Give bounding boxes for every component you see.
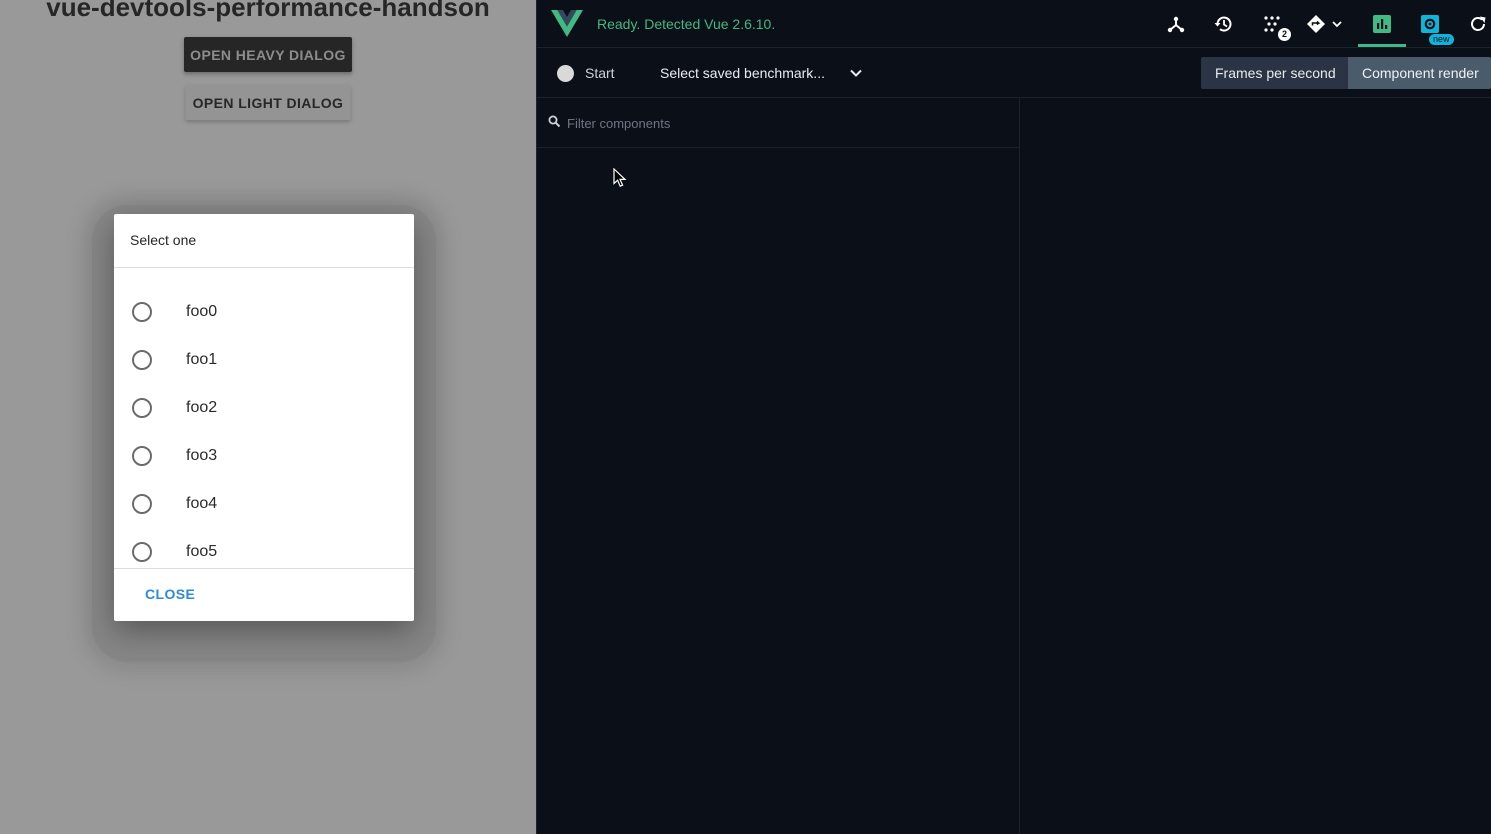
performance-subbar: Start Select saved benchmark... Frames p… — [537, 48, 1491, 98]
tab-frames-per-second[interactable]: Frames per second — [1201, 57, 1348, 89]
radio-button-icon[interactable] — [132, 350, 152, 370]
radio-label: foo0 — [186, 303, 218, 320]
radio-label: foo4 — [186, 495, 218, 512]
search-icon — [548, 115, 561, 128]
radio-option-foo1[interactable]: foo1 — [114, 336, 414, 384]
benchmark-select[interactable]: Select saved benchmark... — [660, 62, 872, 86]
performance-icon[interactable] — [1369, 11, 1395, 37]
mouse-cursor-icon — [613, 168, 627, 187]
app-pane: vue-devtools-performance-handson OPEN HE… — [0, 0, 536, 834]
radio-label: foo5 — [186, 543, 218, 560]
active-tab-indicator — [1358, 44, 1406, 47]
radio-label: foo1 — [186, 351, 218, 368]
radio-option-foo5[interactable]: foo5 — [114, 528, 414, 568]
radio-list[interactable]: foo0 foo1 foo2 foo3 foo4 foo5 — [114, 288, 414, 568]
divider — [114, 568, 414, 569]
close-button[interactable]: CLOSE — [136, 580, 204, 608]
vue-devtools-panel: Ready. Detected Vue 2.6.10. 2 new Start — [536, 0, 1491, 834]
tab-component-render[interactable]: Component render — [1348, 57, 1491, 89]
refresh-icon[interactable] — [1465, 11, 1491, 37]
components-tree-icon[interactable] — [1163, 11, 1189, 37]
radio-label: foo2 — [186, 399, 218, 416]
radio-button-icon[interactable] — [132, 542, 152, 562]
radio-label: foo3 — [186, 447, 218, 464]
view-toggle: Frames per second Component render — [1201, 57, 1491, 89]
radio-button-icon[interactable] — [132, 398, 152, 418]
divider — [114, 267, 414, 268]
status-text: Ready. Detected Vue 2.6.10. — [597, 16, 776, 32]
history-icon[interactable] — [1211, 11, 1237, 37]
record-icon[interactable] — [557, 65, 574, 82]
radio-option-foo0[interactable]: foo0 — [114, 288, 414, 336]
radio-button-icon[interactable] — [132, 302, 152, 322]
new-badge: new — [1429, 34, 1454, 45]
radio-button-icon[interactable] — [132, 494, 152, 514]
benchmark-select-label: Select saved benchmark... — [660, 65, 825, 81]
devtools-toolbar: Ready. Detected Vue 2.6.10. 2 new — [537, 0, 1491, 48]
chevron-down-icon — [850, 69, 862, 77]
radio-option-foo3[interactable]: foo3 — [114, 432, 414, 480]
select-dialog: Select one foo0 foo1 foo2 foo3 foo4 foo5… — [114, 214, 414, 621]
radio-button-icon[interactable] — [132, 446, 152, 466]
filter-components-input[interactable] — [567, 112, 987, 134]
filter-bar — [537, 98, 1020, 148]
routing-icon[interactable] — [1305, 11, 1345, 37]
vue-logo-icon — [551, 10, 583, 37]
components-panel — [537, 98, 1020, 834]
events-count-badge: 2 — [1278, 28, 1291, 41]
start-button[interactable]: Start — [585, 65, 615, 81]
dialog-title: Select one — [130, 232, 197, 248]
radio-option-foo4[interactable]: foo4 — [114, 480, 414, 528]
radio-option-foo2[interactable]: foo2 — [114, 384, 414, 432]
